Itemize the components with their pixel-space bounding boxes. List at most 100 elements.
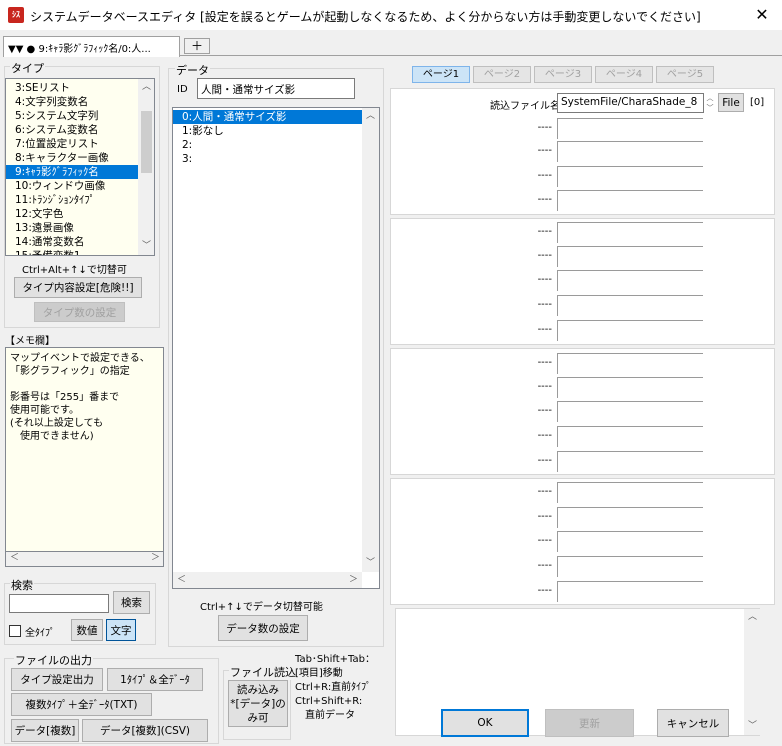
id-label: ID [177,84,188,95]
field-input[interactable] [557,270,703,291]
type-list-scrollbar[interactable]: ︿ ﹀ [138,79,154,255]
field-label: ---- [537,511,552,522]
type-settings-output-button[interactable]: タイプ設定出力 [11,668,103,691]
data-switch-hint: Ctrl+↑↓でデータ切替可能 [200,602,323,613]
data-count-button[interactable]: データ数の設定 [218,615,308,641]
field-label: ---- [537,357,552,368]
scroll-thumb[interactable] [141,111,152,173]
type-count-button[interactable]: タイプ数の設定 [34,302,125,322]
field-label: ---- [537,405,552,416]
field-input[interactable] [557,401,703,422]
page-tab-5[interactable]: ページ5 [656,66,714,83]
type-list-item[interactable]: 14:通常変数名 [6,235,138,249]
type-list[interactable]: 3:SEリスト 4:文字列変数名 5:システム文字列 6:システム変数名 7:位置設定リ… [5,78,155,256]
data-list-item[interactable]: 0:人間・通常サイズ影 [173,110,362,124]
type-list-item[interactable]: 11:ﾄﾗﾝｼﾞｼｮﾝﾀｲﾌﾟ [6,193,138,207]
type-list-item[interactable]: 5:システム文字列 [6,109,138,123]
add-tab-button[interactable]: ＋ [184,38,210,54]
type-list-item[interactable]: 15:予備変数1 [6,249,138,255]
field-input[interactable] [557,353,703,374]
data-multi-button[interactable]: データ[複数] [11,719,79,742]
one-type-all-data-button[interactable]: 1ﾀｲﾌﾟ＆全ﾃﾞｰﾀ [107,668,203,691]
field-label: ---- [537,194,552,205]
notes-scrollbar[interactable]: ︿ ﹀ [744,609,760,735]
file-spin-icon[interactable]: ︿ ﹀ [704,93,716,113]
data-multi-csv-button[interactable]: データ[複数](CSV) [82,719,208,742]
scroll-down-icon[interactable]: ﹀ [138,238,154,255]
data-list-scrollbar[interactable]: ︿ ﹀ [362,108,379,572]
type-list-item[interactable]: 7:位置設定リスト [6,137,138,151]
text-search-button[interactable]: 文字 [106,619,136,641]
field-label: ---- [537,560,552,571]
all-types-checkbox[interactable] [9,625,21,637]
field-input[interactable] [557,451,703,472]
page-tab-3[interactable]: ページ3 [534,66,592,83]
ok-button[interactable]: OK [441,709,529,737]
field-input[interactable] [557,531,703,552]
scroll-down-icon[interactable]: ﹀ [362,555,379,572]
scroll-right-icon[interactable]: ＞ [147,551,164,566]
data-list-hscrollbar[interactable]: ＜ ＞ [173,572,362,588]
type-list-item[interactable]: 4:文字列変数名 [6,95,138,109]
field-input[interactable] [557,426,703,447]
scroll-up-icon[interactable]: ︿ [362,108,379,125]
scroll-down-icon[interactable]: ﹀ [744,718,761,735]
data-list-item[interactable]: 3: [173,152,362,166]
field-input[interactable] [557,320,703,341]
field-input[interactable] [557,581,703,602]
type-list-item[interactable]: 10:ウィンドウ画像 [6,179,138,193]
window-title: システムデータベースエディタ [設定を誤るとゲームが起動しなくなるため、よく分か… [30,10,701,24]
type-list-item[interactable]: 12:文字色 [6,207,138,221]
field-input[interactable] [557,507,703,528]
field-label: ---- [537,299,552,310]
id-input[interactable]: 人間・通常サイズ影 [197,78,355,99]
search-input[interactable] [9,594,109,613]
field-input[interactable] [557,246,703,267]
numeric-search-button[interactable]: 数値 [71,619,103,641]
data-list[interactable]: 0:人間・通常サイズ影 1:影なし 2: 3: ︿ ﹀ ＜ ＞ [172,107,380,589]
page-tab-4[interactable]: ページ4 [595,66,653,83]
tab-active[interactable]: ▼▼ ● 9:ｷｬﾗ影ｸﾞﾗﾌｨｯｸ名/0:人... [3,36,180,57]
file-browse-button[interactable]: File [718,93,744,112]
page-tab-1[interactable]: ページ1 [412,66,470,83]
field-input[interactable] [557,166,703,187]
field-input[interactable] [557,141,703,162]
field-input[interactable] [557,190,703,211]
type-list-item[interactable]: 9:ｷｬﾗ影ｸﾞﾗﾌｨｯｸ名 [6,165,138,179]
field-input[interactable] [557,295,703,316]
file-read-button[interactable]: 読み込み *[データ]の み可 [228,680,288,727]
type-list-item[interactable]: 6:システム変数名 [6,123,138,137]
multi-type-txt-button[interactable]: 複数ﾀｲﾌﾟ＋全ﾃﾞｰﾀ(TXT) [11,693,152,716]
scroll-right-icon[interactable]: ＞ [345,572,362,588]
type-list-item[interactable]: 8:キャラクター画像 [6,151,138,165]
close-icon[interactable]: ✕ [748,4,776,26]
scroll-left-icon[interactable]: ＜ [173,572,190,588]
field-label: ---- [537,486,552,497]
field-input[interactable] [557,222,703,243]
field-label: ---- [537,170,552,181]
field-input[interactable] [557,118,703,139]
scroll-up-icon[interactable]: ︿ [138,79,154,96]
field-label: ---- [537,430,552,441]
cancel-button[interactable]: キャンセル [657,709,729,737]
data-list-item[interactable]: 1:影なし [173,124,362,138]
type-list-item[interactable]: 3:SEリスト [6,81,138,95]
update-button[interactable]: 更新 [545,709,634,737]
field-input[interactable] [557,556,703,577]
file-name-input[interactable]: SystemFile/CharaShade_8 [557,93,704,113]
scroll-left-icon[interactable]: ＜ [6,551,23,566]
data-group-label: データ [175,62,210,78]
data-list-item[interactable]: 2: [173,138,362,152]
type-settings-button[interactable]: タイプ内容設定[危険!!] [14,277,142,298]
memo-hscrollbar[interactable]: ＜ ＞ [5,552,164,567]
field-input[interactable] [557,482,703,503]
all-types-label: 全ﾀｲﾌﾟ [25,628,55,639]
memo-text[interactable]: マップイベントで設定できる、 「影グラフィック」の指定 影番号は「255」番まで… [5,347,164,552]
field-input[interactable] [557,377,703,398]
type-list-item[interactable]: 13:遠景画像 [6,221,138,235]
field-label: ---- [537,250,552,261]
search-button[interactable]: 検索 [113,591,150,614]
page-tab-2[interactable]: ページ2 [473,66,531,83]
scroll-up-icon[interactable]: ︿ [744,609,761,626]
file-output-label: ファイルの出力 [14,652,93,668]
